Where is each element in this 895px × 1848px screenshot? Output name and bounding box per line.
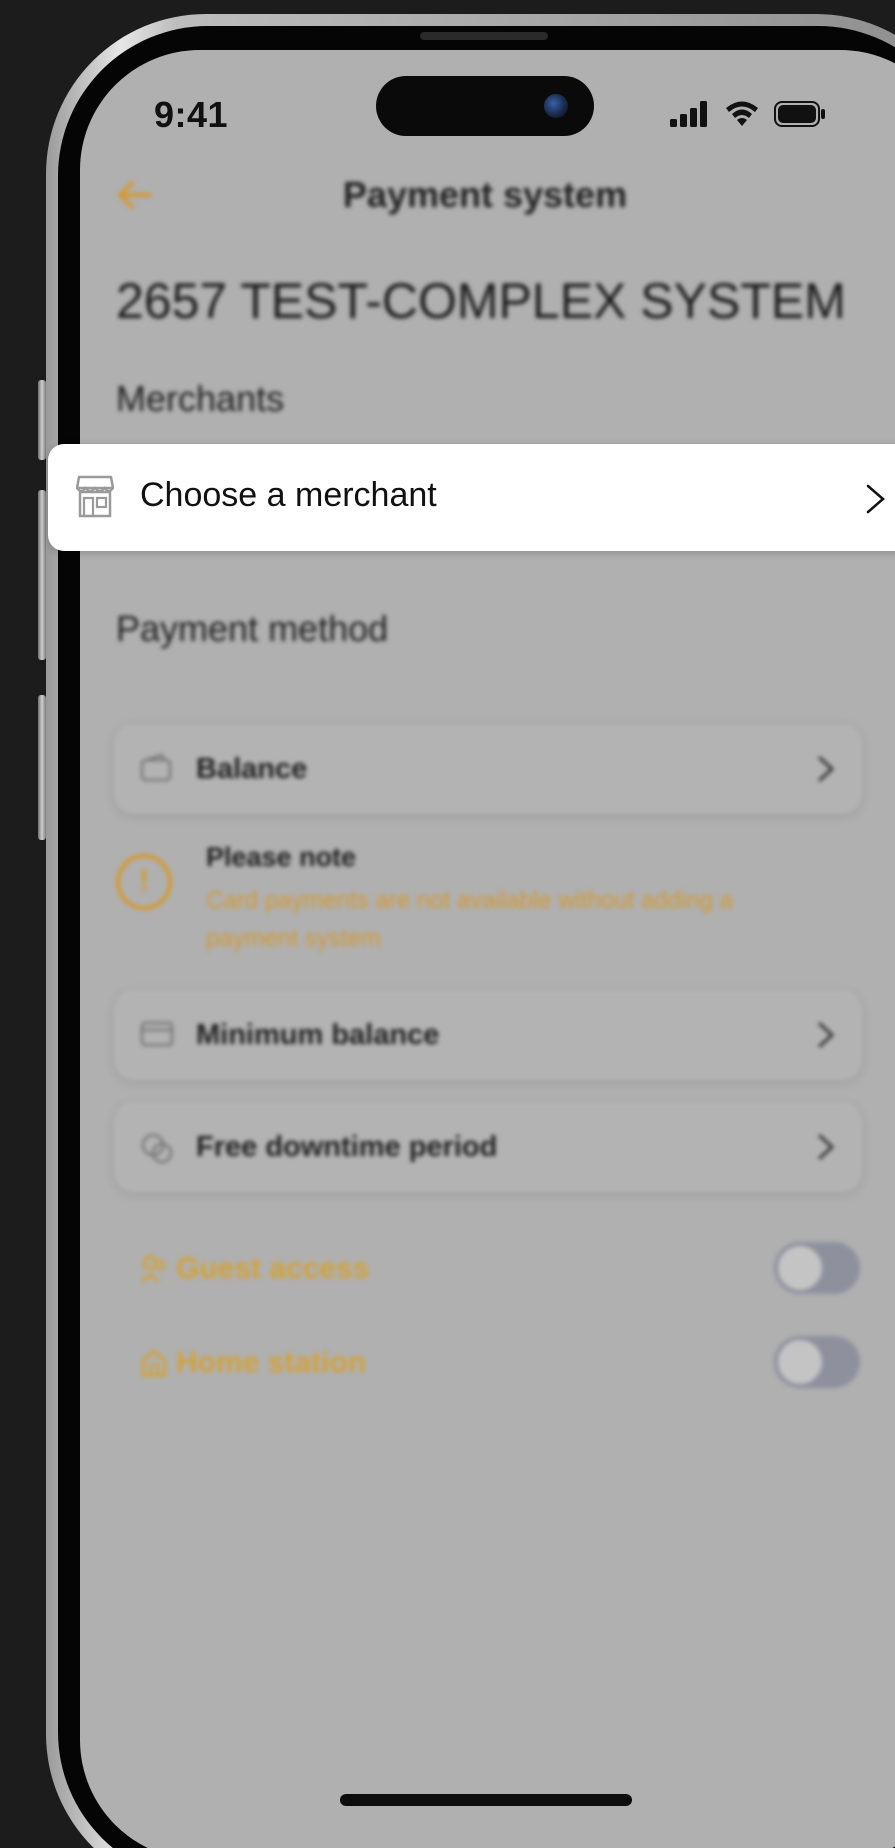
toggle-knob	[778, 1246, 822, 1290]
guest-access-toggle[interactable]	[774, 1242, 860, 1294]
home-icon	[141, 1349, 167, 1377]
system-name: 2657 TEST-COMPLEX SYSTEM	[116, 273, 846, 329]
guest-access-label: Guest access	[176, 1252, 370, 1285]
home-indicator	[340, 1794, 632, 1806]
users-icon	[140, 1255, 166, 1283]
earpiece-speaker	[420, 32, 548, 40]
minimum-balance-label: Minimum balance	[196, 1018, 440, 1051]
chevron-right-icon	[818, 1022, 835, 1048]
note-title: Please note	[206, 842, 357, 872]
device-mockup: 9:41 Payment system 2657 TEST-COMPLEX SY…	[0, 0, 895, 1848]
card-icon	[140, 1021, 174, 1047]
balance-row[interactable]: Balance	[114, 724, 862, 814]
choose-merchant-label: Choose a merchant	[140, 476, 437, 514]
free-downtime-period-label: Free downtime period	[196, 1130, 498, 1163]
note-text: Card payments are not available without …	[206, 887, 733, 952]
toggle-knob	[778, 1340, 822, 1384]
payment-method-section-label: Payment method	[116, 608, 389, 649]
blurred-page-content: Payment system 2657 TEST-COMPLEX SYSTEM …	[80, 50, 895, 1848]
wallet-icon	[140, 754, 172, 782]
warning-icon: !	[116, 854, 172, 910]
volume-up-button	[38, 490, 46, 660]
balance-label: Balance	[196, 752, 308, 785]
page-title: Payment system	[342, 174, 628, 215]
volume-down-button	[38, 695, 46, 840]
home-station-row: Home station	[140, 1336, 860, 1396]
minimum-balance-row[interactable]: Minimum balance	[114, 990, 862, 1080]
action-button	[38, 380, 46, 460]
guest-access-row: Guest access	[140, 1242, 860, 1302]
chevron-right-icon	[818, 756, 835, 782]
home-station-label: Home station	[176, 1346, 367, 1379]
home-station-toggle[interactable]	[774, 1336, 860, 1388]
choose-merchant-button[interactable]: Choose a merchant	[48, 444, 895, 551]
phone-screen: 9:41 Payment system 2657 TEST-COMPLEX SY…	[80, 50, 895, 1848]
free-downtime-period-row[interactable]: Free downtime period	[114, 1102, 862, 1192]
store-icon	[76, 475, 114, 518]
chevron-right-icon	[866, 484, 885, 514]
merchants-section-label: Merchants	[116, 378, 285, 419]
chevron-right-icon	[818, 1134, 835, 1160]
coins-icon	[141, 1133, 173, 1164]
